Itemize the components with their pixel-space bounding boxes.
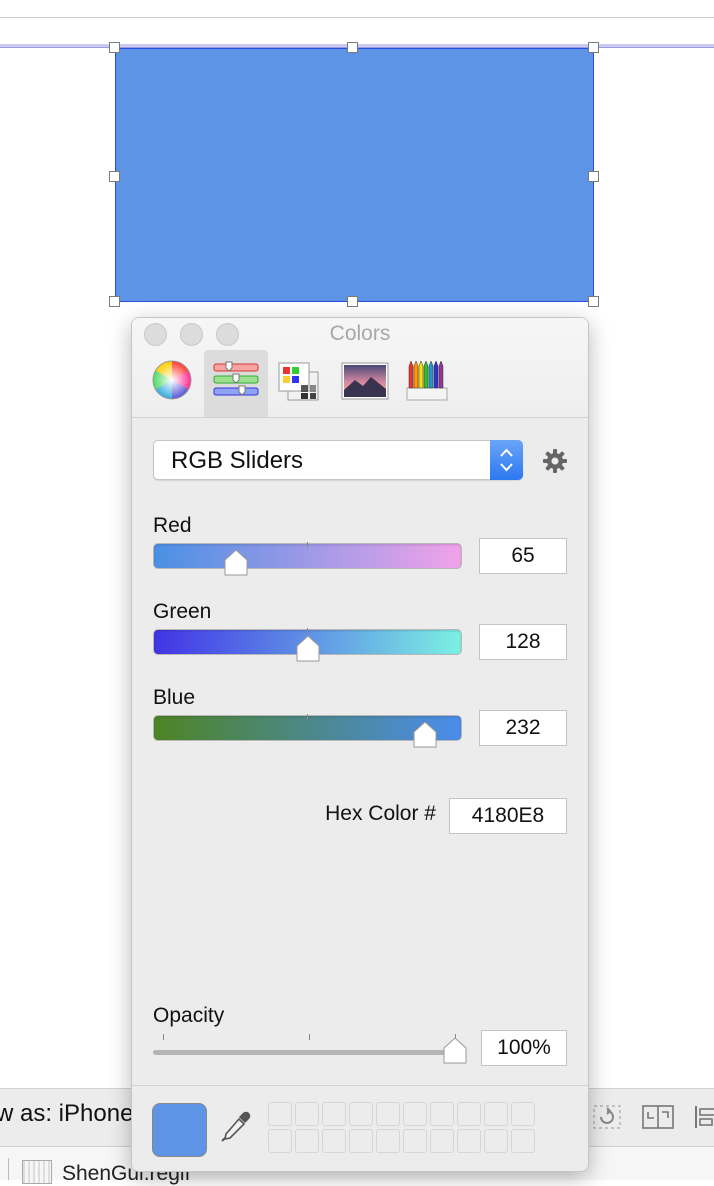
divider bbox=[0, 17, 714, 18]
opacity-label: Opacity bbox=[153, 1004, 225, 1027]
favorite-swatch-slot[interactable] bbox=[403, 1129, 427, 1153]
resize-handle-bottom-left[interactable] bbox=[109, 296, 120, 307]
canvas-top-bar bbox=[0, 0, 714, 48]
selected-view[interactable] bbox=[115, 48, 594, 302]
hex-label: Hex Color # bbox=[325, 802, 436, 825]
favorite-swatch-slot[interactable] bbox=[268, 1102, 292, 1126]
file-icon bbox=[22, 1160, 52, 1184]
favorite-swatch-slot[interactable] bbox=[295, 1129, 319, 1153]
favorite-swatch-slot[interactable] bbox=[403, 1102, 427, 1126]
slider-mode-label: RGB Sliders bbox=[171, 447, 304, 474]
popup-stepper[interactable] bbox=[490, 440, 523, 480]
opacity-tick bbox=[309, 1034, 310, 1040]
color-wheel-icon bbox=[152, 360, 192, 400]
tab-color-sliders[interactable] bbox=[204, 350, 268, 417]
favorite-swatch-slot[interactable] bbox=[484, 1129, 508, 1153]
gear-icon[interactable] bbox=[542, 448, 568, 474]
tab-pencils[interactable] bbox=[396, 350, 460, 417]
tab-color-wheel[interactable] bbox=[140, 350, 204, 417]
opacity-tick bbox=[163, 1034, 164, 1040]
favorite-swatch-slot[interactable] bbox=[268, 1129, 292, 1153]
resize-handle-top-right[interactable] bbox=[588, 42, 599, 53]
favorite-swatch-slot[interactable] bbox=[511, 1129, 535, 1153]
panel-footer bbox=[132, 1085, 588, 1171]
update-frames-icon[interactable] bbox=[592, 1104, 622, 1130]
blue-label: Blue bbox=[153, 686, 196, 709]
resize-handle-bottom-right[interactable] bbox=[588, 296, 599, 307]
opacity-slider-track[interactable] bbox=[153, 1050, 455, 1055]
slider-mode-popup[interactable]: RGB Sliders bbox=[153, 440, 523, 480]
green-value-field[interactable]: 128 bbox=[479, 624, 567, 660]
blue-value-field[interactable]: 232 bbox=[479, 710, 567, 746]
favorite-swatch-slot[interactable] bbox=[376, 1129, 400, 1153]
red-slider-track[interactable] bbox=[153, 542, 462, 569]
chevron-up-down-icon bbox=[500, 448, 513, 472]
tab-image-palettes[interactable] bbox=[332, 350, 396, 417]
favorite-swatch-slot[interactable] bbox=[484, 1102, 508, 1126]
favorite-swatch-slot[interactable] bbox=[349, 1102, 373, 1126]
favorite-swatch-slot[interactable] bbox=[457, 1129, 481, 1153]
green-slider-knob[interactable] bbox=[296, 635, 320, 663]
image-icon bbox=[341, 362, 389, 400]
resize-handle-left[interactable] bbox=[109, 171, 120, 182]
favorite-swatch-slot[interactable] bbox=[511, 1102, 535, 1126]
panel-title: Colors bbox=[329, 322, 391, 345]
resize-handle-bottom[interactable] bbox=[347, 296, 358, 307]
favorite-swatches bbox=[268, 1102, 535, 1153]
align-icon[interactable] bbox=[692, 1104, 714, 1130]
red-slider-knob[interactable] bbox=[224, 549, 248, 577]
colors-panel: Colors RGB Sliders Red 65 Green 128 Blue… bbox=[131, 317, 589, 1172]
hex-value-field[interactable]: 4180E8 bbox=[449, 798, 567, 834]
favorite-swatch-slot[interactable] bbox=[457, 1102, 481, 1126]
opacity-value-field[interactable]: 100% bbox=[481, 1030, 567, 1066]
resize-handle-right[interactable] bbox=[588, 171, 599, 182]
opacity-slider-knob[interactable] bbox=[443, 1037, 467, 1065]
blue-slider-knob[interactable] bbox=[413, 721, 437, 749]
pencils-icon bbox=[406, 360, 448, 401]
palettes-icon bbox=[278, 362, 319, 401]
favorite-swatch-slot[interactable] bbox=[430, 1102, 454, 1126]
resize-handle-top-left[interactable] bbox=[109, 42, 120, 53]
sliders-icon bbox=[213, 361, 259, 396]
divider bbox=[8, 1158, 9, 1180]
resize-handle-top[interactable] bbox=[347, 42, 358, 53]
embed-in-stack-icon[interactable] bbox=[642, 1104, 674, 1130]
panel-titlebar: Colors bbox=[132, 318, 588, 418]
tab-color-palettes[interactable] bbox=[268, 350, 332, 417]
red-value-field[interactable]: 65 bbox=[479, 538, 567, 574]
favorite-swatch-slot[interactable] bbox=[322, 1102, 346, 1126]
eyedropper-icon[interactable] bbox=[219, 1110, 253, 1144]
favorite-swatch-slot[interactable] bbox=[376, 1102, 400, 1126]
favorite-swatch-slot[interactable] bbox=[295, 1102, 319, 1126]
favorite-swatch-slot[interactable] bbox=[430, 1129, 454, 1153]
red-label: Red bbox=[153, 514, 192, 537]
current-color-swatch[interactable] bbox=[152, 1103, 207, 1157]
favorite-swatch-slot[interactable] bbox=[349, 1129, 373, 1153]
favorite-swatch-slot[interactable] bbox=[322, 1129, 346, 1153]
green-label: Green bbox=[153, 600, 212, 623]
view-as-label[interactable]: w as: iPhone bbox=[0, 1100, 133, 1128]
